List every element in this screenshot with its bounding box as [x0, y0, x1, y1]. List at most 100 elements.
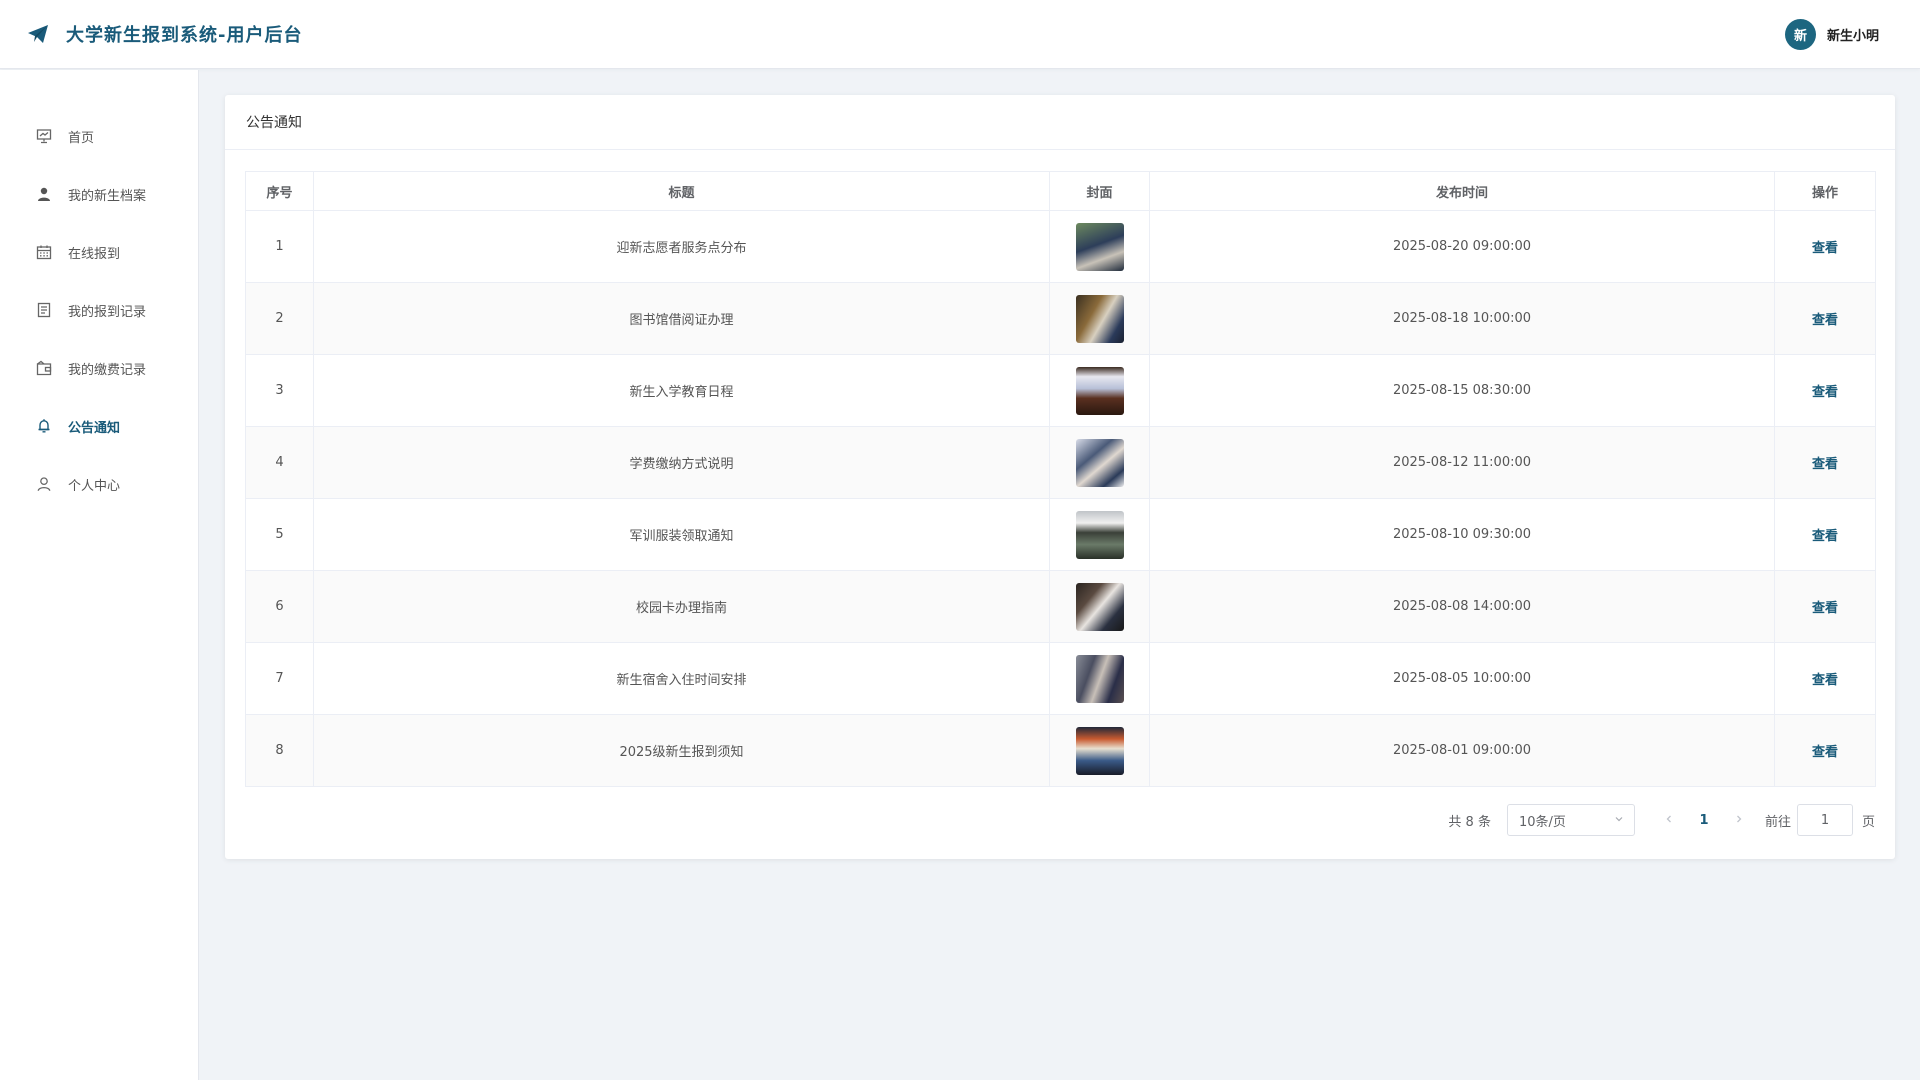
cover-thumbnail[interactable] — [1075, 366, 1124, 415]
row-title: 新生入学教育日程 — [313, 354, 1050, 427]
table-row: 7 新生宿舍入住时间安排 2025-08-05 10:00:00 查看 — [245, 642, 1876, 715]
cover-thumbnail[interactable] — [1075, 510, 1124, 559]
page-number-current[interactable]: 1 — [1691, 813, 1717, 828]
row-action: 查看 — [1774, 570, 1876, 643]
row-action: 查看 — [1774, 354, 1876, 427]
view-button[interactable]: 查看 — [1812, 529, 1838, 544]
row-title: 军训服装领取通知 — [313, 498, 1050, 571]
announcement-card: 公告通知 序号 标题 封面 发布时间 操作 1 迎新志愿者服务点分布 2025-… — [225, 95, 1895, 859]
presentation-icon — [35, 127, 53, 145]
card-header: 公告通知 — [225, 95, 1895, 150]
cover-thumbnail[interactable] — [1075, 726, 1124, 775]
row-title: 迎新志愿者服务点分布 — [313, 210, 1050, 283]
sidebar-item-label: 在线报到 — [68, 246, 121, 262]
cover-thumbnail[interactable] — [1075, 222, 1124, 271]
row-index: 3 — [245, 354, 314, 427]
sidebar-item-label: 我的报到记录 — [68, 304, 147, 320]
sidebar-item-home[interactable]: 首页 — [0, 116, 199, 156]
view-button[interactable]: 查看 — [1812, 673, 1838, 688]
row-index: 4 — [245, 426, 314, 499]
table-row: 2 图书馆借阅证办理 2025-08-18 10:00:00 查看 — [245, 282, 1876, 355]
view-button[interactable]: 查看 — [1812, 385, 1838, 400]
table-row: 5 军训服装领取通知 2025-08-10 09:30:00 查看 — [245, 498, 1876, 571]
brand: 大学新生报到系统-用户后台 — [26, 21, 302, 47]
cover-thumbnail[interactable] — [1075, 438, 1124, 487]
sidebar-item-personal-center[interactable]: 个人中心 — [0, 464, 199, 504]
table-header-row: 序号 标题 封面 发布时间 操作 — [245, 171, 1876, 211]
chevron-right-icon — [1737, 815, 1742, 823]
card-title: 公告通知 — [246, 115, 302, 131]
document-icon — [35, 301, 53, 319]
view-button[interactable]: 查看 — [1812, 457, 1838, 472]
goto-suffix: 页 — [1861, 814, 1875, 830]
sidebar-item-label: 公告通知 — [68, 420, 121, 436]
sidebar-item-checkin-records[interactable]: 我的报到记录 — [0, 290, 199, 330]
table-row: 6 校园卡办理指南 2025-08-08 14:00:00 查看 — [245, 570, 1876, 643]
table-row: 3 新生入学教育日程 2025-08-15 08:30:00 查看 — [245, 354, 1876, 427]
row-publish-time: 2025-08-15 08:30:00 — [1149, 354, 1775, 427]
sidebar-item-profile[interactable]: 我的新生档案 — [0, 174, 199, 214]
column-header-title[interactable]: 标题 — [313, 171, 1050, 211]
row-cover — [1049, 642, 1150, 715]
row-index: 7 — [245, 642, 314, 715]
wallet-icon — [35, 359, 53, 377]
table-row: 8 2025级新生报到须知 2025-08-01 09:00:00 查看 — [245, 714, 1876, 787]
row-cover — [1049, 210, 1150, 283]
row-publish-time: 2025-08-20 09:00:00 — [1149, 210, 1775, 283]
app-title: 大学新生报到系统-用户后台 — [66, 25, 303, 46]
cover-thumbnail[interactable] — [1075, 582, 1124, 631]
sidebar-item-announcements[interactable]: 公告通知 — [0, 406, 199, 446]
row-index: 6 — [245, 570, 314, 643]
row-cover — [1049, 498, 1150, 571]
row-title: 2025级新生报到须知 — [313, 714, 1050, 787]
avatar[interactable]: 新 — [1784, 19, 1816, 50]
goto-page-input[interactable] — [1796, 804, 1853, 836]
chevron-down-icon — [1614, 813, 1624, 828]
view-button[interactable]: 查看 — [1812, 745, 1838, 760]
row-publish-time: 2025-08-18 10:00:00 — [1149, 282, 1775, 355]
row-action: 查看 — [1774, 642, 1876, 715]
row-title: 学费缴纳方式说明 — [313, 426, 1050, 499]
row-index: 2 — [245, 282, 314, 355]
view-button[interactable]: 查看 — [1812, 241, 1838, 256]
view-button[interactable]: 查看 — [1812, 601, 1838, 616]
table-row: 1 迎新志愿者服务点分布 2025-08-20 09:00:00 查看 — [245, 210, 1876, 283]
row-action: 查看 — [1774, 210, 1876, 283]
column-header-publish-time[interactable]: 发布时间 — [1149, 171, 1775, 211]
view-button[interactable]: 查看 — [1812, 313, 1838, 328]
bell-icon — [35, 417, 53, 435]
row-publish-time: 2025-08-05 10:00:00 — [1149, 642, 1775, 715]
row-cover — [1049, 282, 1150, 355]
cover-thumbnail[interactable] — [1075, 654, 1124, 703]
column-header-action[interactable]: 操作 — [1774, 171, 1876, 211]
top-header: 大学新生报到系统-用户后台 新 新生小明 — [0, 0, 1920, 69]
row-action: 查看 — [1774, 426, 1876, 499]
row-title: 图书馆借阅证办理 — [313, 282, 1050, 355]
column-header-cover[interactable]: 封面 — [1049, 171, 1150, 211]
next-page-button[interactable] — [1729, 812, 1749, 828]
sidebar-item-online-checkin[interactable]: 在线报到 — [0, 232, 199, 272]
username[interactable]: 新生小明 — [1827, 25, 1879, 44]
column-header-index[interactable]: 序号 — [245, 171, 314, 211]
row-title: 校园卡办理指南 — [313, 570, 1050, 643]
row-index: 8 — [245, 714, 314, 787]
sidebar: 首页 我的新生档案 在线报到 我的报到记录 我的缴费记录 公告通知 个人中心 — [0, 70, 199, 1080]
prev-page-button[interactable] — [1659, 812, 1679, 828]
row-publish-time: 2025-08-01 09:00:00 — [1149, 714, 1775, 787]
cover-thumbnail[interactable] — [1075, 294, 1124, 343]
table-row: 4 学费缴纳方式说明 2025-08-12 11:00:00 查看 — [245, 426, 1876, 499]
row-publish-time: 2025-08-08 14:00:00 — [1149, 570, 1775, 643]
row-cover — [1049, 426, 1150, 499]
user-menu[interactable]: 新 新生小明 — [1784, 19, 1879, 50]
row-cover — [1049, 714, 1150, 787]
announcement-table: 序号 标题 封面 发布时间 操作 1 迎新志愿者服务点分布 2025-08-20… — [245, 171, 1876, 787]
sidebar-item-label: 我的缴费记录 — [68, 362, 147, 378]
sidebar-item-payment-records[interactable]: 我的缴费记录 — [0, 348, 199, 388]
sidebar-item-label: 个人中心 — [68, 478, 121, 494]
row-publish-time: 2025-08-10 09:30:00 — [1149, 498, 1775, 571]
row-cover — [1049, 354, 1150, 427]
row-title: 新生宿舍入住时间安排 — [313, 642, 1050, 715]
page-size-select[interactable]: 10条/页 — [1506, 804, 1635, 836]
chevron-left-icon — [1666, 815, 1671, 823]
row-action: 查看 — [1774, 714, 1876, 787]
